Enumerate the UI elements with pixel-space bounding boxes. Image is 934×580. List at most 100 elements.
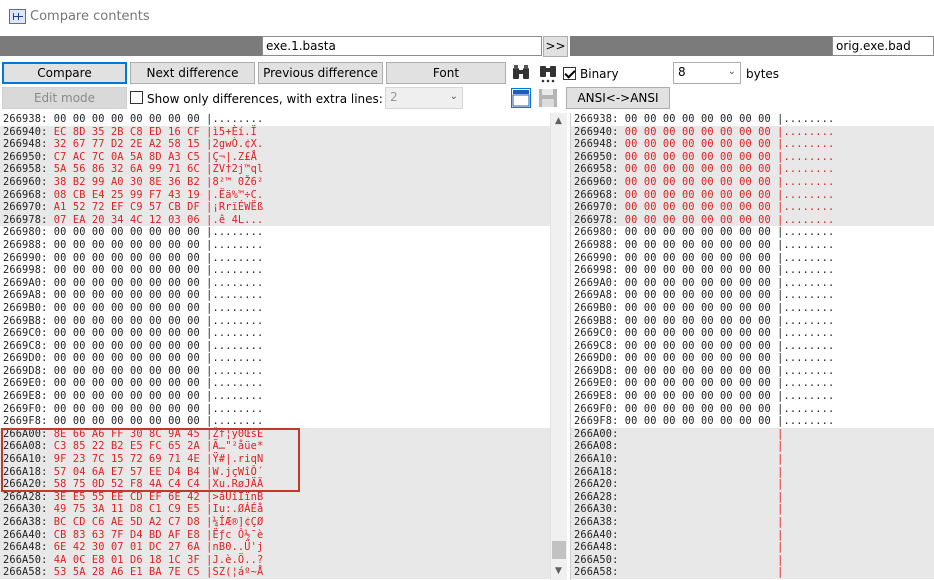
hex-row: 2669C0: 00 00 00 00 00 00 00 00 |.......… [0,327,550,340]
compare-button[interactable]: Compare [2,62,127,84]
edit-mode-button[interactable]: Edit mode [2,87,127,109]
hex-row: 266990: 00 00 00 00 00 00 00 00 |.......… [0,252,550,265]
hex-row: 2669F8: 00 00 00 00 00 00 00 00 |.......… [0,415,550,428]
hex-row: 2669E8: 00 00 00 00 00 00 00 00 |.......… [571,390,934,403]
left-pane-scrollbar[interactable]: ▲ ▼ [550,113,567,580]
hex-address: 266A58: [3,566,48,579]
hex-row: 2669D8: 00 00 00 00 00 00 00 00 |.......… [571,365,934,378]
binary-checkbox[interactable] [563,67,576,80]
hex-bytes: 38 B2 99 A0 30 8E 36 B2 |8²™ 0Ž6² [47,175,264,188]
hex-address: 266948: [3,138,48,151]
hex-row: 2669D8: 00 00 00 00 00 00 00 00 |.......… [0,365,550,378]
hex-row: 266A48: | [571,541,934,554]
hex-row: 266960: 38 B2 99 A0 30 8E 36 B2 |8²™ 0Ž6… [0,175,550,189]
hex-bytes: | [618,427,784,440]
hex-address: 266950: [3,150,48,163]
find-binoculars-icon[interactable] [510,62,532,84]
hex-address: 2669C8: [574,339,619,352]
hex-row: 266980: 00 00 00 00 00 00 00 00 |.......… [571,226,934,239]
hex-row: 266A38: BC CD C6 AE 5D A2 C7 D8 |¼ÍÆ®]¢Ç… [0,516,550,529]
hex-row: 2669E0: 00 00 00 00 00 00 00 00 |.......… [0,377,550,390]
right-file-input[interactable]: orig.exe.bad [832,36,934,56]
hex-bytes: 49 75 3A 11 D8 C1 C9 E5 |Iu:.ØÁÉå [47,503,264,516]
hex-row: 2669B8: 00 00 00 00 00 00 00 00 |.......… [0,315,550,328]
left-file-input[interactable]: exe.1.basta [262,36,542,56]
hex-bytes: 00 00 00 00 00 00 00 00 |........ [47,251,264,264]
bytes-select[interactable]: 8 ⌄ [673,62,741,84]
hex-row: 266958: 5A 56 86 32 6A 99 71 6C |ZV†2j™q… [0,163,550,176]
hex-row: 2669E8: 00 00 00 00 00 00 00 00 |.......… [0,390,550,403]
extra-lines-select[interactable]: 2 ⌄ [385,87,463,109]
hex-address: 2669E0: [3,377,48,390]
hex-row: 266A18: | [571,465,934,479]
hex-address: 266A58: [574,566,619,579]
right-hex-pane[interactable]: 266938: 00 00 00 00 00 00 00 00 |.......… [570,113,934,580]
hex-bytes: 00 00 00 00 00 00 00 00 |........ [618,113,835,125]
hex-address: 2669C0: [574,327,619,340]
ansi-conversion-button[interactable]: ANSI<->ANSI [566,87,670,109]
hex-row: 2669C8: 00 00 00 00 00 00 00 00 |.......… [0,340,550,353]
hex-address: 266958: [3,163,48,176]
chevron-down-icon: ⌄ [449,91,458,102]
hex-address: 266A18: [574,465,619,478]
compare-app-icon [9,9,26,24]
hex-address: 2669F8: [574,415,619,428]
highlighted-difference-box [1,428,300,492]
hex-address: 266A00: [574,427,619,440]
hex-bytes: 4A 0C E8 01 D6 18 1C 3F |J.è.Ö..? [47,553,264,566]
hex-bytes: | [618,503,784,516]
hex-row: 266980: 00 00 00 00 00 00 00 00 |.......… [0,226,550,239]
hex-row: 266970: A1 52 72 EF C9 57 CB DF |¡RrïÉWË… [0,201,550,214]
hex-bytes: 00 00 00 00 00 00 00 00 |........ [618,352,835,365]
hex-row: 2669F0: 00 00 00 00 00 00 00 00 |.......… [571,403,934,416]
chevron-down-icon: ⌄ [727,66,736,77]
hex-address: 266A48: [3,541,48,554]
scrollbar-thumb[interactable] [552,541,566,559]
hex-row: 266A28: 3E E5 55 EE CD EF 6E 42 |>åUîÍïn… [0,490,550,504]
hex-bytes: 00 00 00 00 00 00 00 00 |........ [47,377,264,390]
hex-bytes: 00 00 00 00 00 00 00 00 |........ [618,415,835,428]
hex-address: 266940: [574,125,619,138]
show-only-differences-checkbox[interactable] [130,91,143,104]
find-next-binoculars-icon[interactable] [537,62,559,84]
hex-bytes: 00 00 00 00 00 00 00 00 |........ [618,327,835,340]
left-hex-pane[interactable]: 266938: 00 00 00 00 00 00 00 00 |.......… [0,113,550,580]
hex-address: 2669C0: [3,327,48,340]
hex-address: 266A08: [574,440,619,453]
compare-contents-window: Compare contents exe.1.basta >> orig.exe… [0,0,934,580]
hex-row: 266A50: | [571,553,934,567]
scroll-down-icon[interactable]: ▼ [555,566,562,576]
next-difference-button[interactable]: Next difference [130,62,255,84]
hex-row: 266970: 00 00 00 00 00 00 00 00 |.......… [571,201,934,214]
hex-address: 266A50: [3,553,48,566]
hex-bytes: | [618,440,784,453]
swap-files-button[interactable]: >> [543,36,568,57]
font-button[interactable]: Font [386,62,506,84]
hex-row: 266968: 00 00 00 00 00 00 00 00 |.......… [571,188,934,202]
hex-address: 266948: [574,138,619,151]
hex-address: 2669B0: [3,301,48,314]
hex-address: 266A30: [574,503,619,516]
hex-address: 266998: [574,264,619,277]
hex-row: 266948: 00 00 00 00 00 00 00 00 |.......… [571,138,934,151]
hex-bytes: 00 00 00 00 00 00 00 00 |........ [618,163,835,176]
hex-bytes: 00 00 00 00 00 00 00 00 |........ [47,113,264,125]
hex-row: 266A38: | [571,516,934,529]
scroll-up-icon[interactable]: ▲ [555,116,562,126]
hex-address: 2669F0: [3,402,48,415]
left-path-bar [0,36,262,56]
hex-address: 266988: [3,238,48,251]
hex-row: 266968: 08 CB E4 25 99 F7 43 19 |.Ëä%™÷C… [0,188,550,202]
hex-row: 266A10: | [571,453,934,466]
show-only-differences-label: Show only differences, with extra lines: [147,92,383,106]
save-disk-icon[interactable] [537,87,559,109]
hex-address: 266A38: [3,516,48,528]
previous-difference-button[interactable]: Previous difference [258,62,383,84]
hex-bytes: 00 00 00 00 00 00 00 00 |........ [47,390,264,403]
hex-row: 2669F0: 00 00 00 00 00 00 00 00 |.......… [0,403,550,416]
hex-bytes: 00 00 00 00 00 00 00 00 |........ [47,314,264,327]
window-layout-icon[interactable] [510,87,532,109]
hex-address: 2669B8: [3,314,48,327]
hex-address: 266980: [3,226,48,239]
hex-address: 266990: [3,251,48,264]
